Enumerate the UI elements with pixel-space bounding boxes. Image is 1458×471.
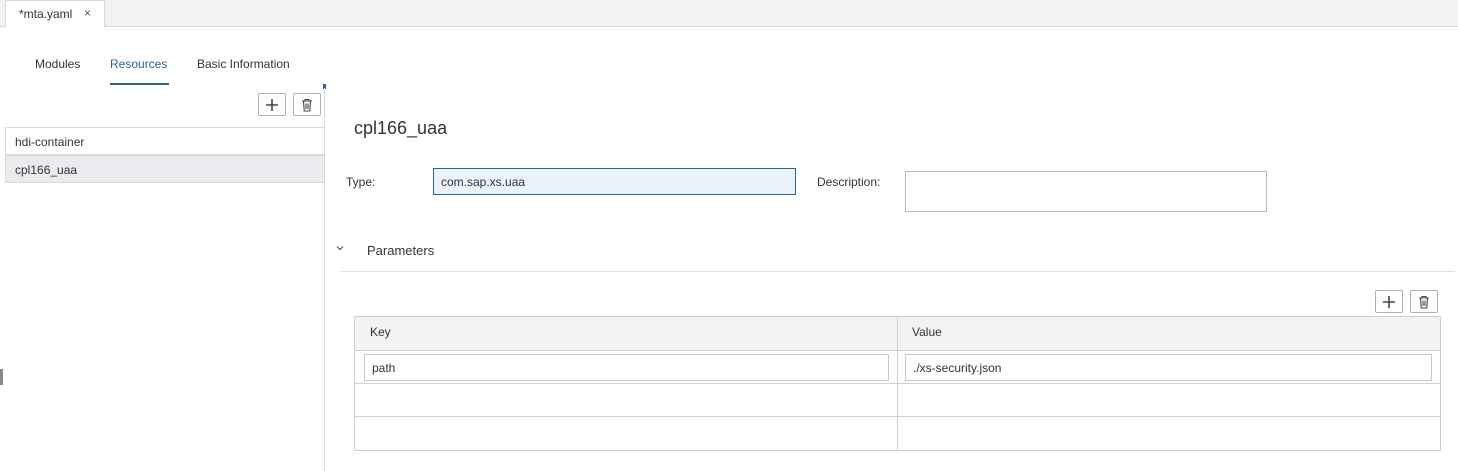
description-label: Description: <box>817 175 881 189</box>
section-divider <box>340 271 1455 272</box>
plus-icon <box>266 98 278 111</box>
resources-list-pane: hdi-container cpl166_uaa <box>5 88 325 471</box>
list-item-cpl166-uaa[interactable]: cpl166_uaa <box>5 155 325 183</box>
tab-resources[interactable]: Resources <box>110 57 167 71</box>
type-field[interactable] <box>433 168 796 195</box>
trash-icon <box>302 98 312 112</box>
delete-parameter-button[interactable] <box>1410 290 1438 313</box>
add-resource-button[interactable] <box>258 93 286 116</box>
active-tab-indicator <box>110 83 169 85</box>
resource-title: cpl166_uaa <box>354 118 448 138</box>
chevron-down-icon[interactable] <box>335 243 345 253</box>
description-field[interactable] <box>905 171 1267 212</box>
list-item-hdi-container[interactable]: hdi-container <box>5 127 325 155</box>
plus-icon <box>1383 295 1395 308</box>
tab-modules[interactable]: Modules <box>35 57 80 71</box>
column-divider <box>897 317 898 450</box>
pane-resize-handle[interactable] <box>0 369 3 385</box>
add-parameter-button[interactable] <box>1375 290 1403 313</box>
editor-tab-mta-yaml[interactable]: *mta.yaml × <box>5 0 105 27</box>
delete-resource-button[interactable] <box>293 93 321 116</box>
type-label: Type: <box>346 175 376 189</box>
close-icon[interactable]: × <box>84 6 91 20</box>
editor-tab-bar: *mta.yaml × <box>0 0 1458 27</box>
parameter-key-input[interactable] <box>364 354 889 381</box>
trash-icon <box>1419 295 1429 309</box>
parameters-section-title: Parameters <box>367 243 435 258</box>
tab-basic-information[interactable]: Basic Information <box>197 57 290 71</box>
list-item-label: cpl166_uaa <box>15 163 78 177</box>
column-header-value: Value <box>912 325 942 339</box>
editor-tab-label: *mta.yaml <box>19 7 73 21</box>
list-item-label: hdi-container <box>15 135 85 149</box>
parameter-value-input[interactable] <box>905 354 1432 381</box>
parameters-table: Key Value <box>354 316 1441 451</box>
mta-editor-tabs: Modules Resources Basic Information <box>0 27 1458 87</box>
column-header-key: Key <box>370 325 391 339</box>
